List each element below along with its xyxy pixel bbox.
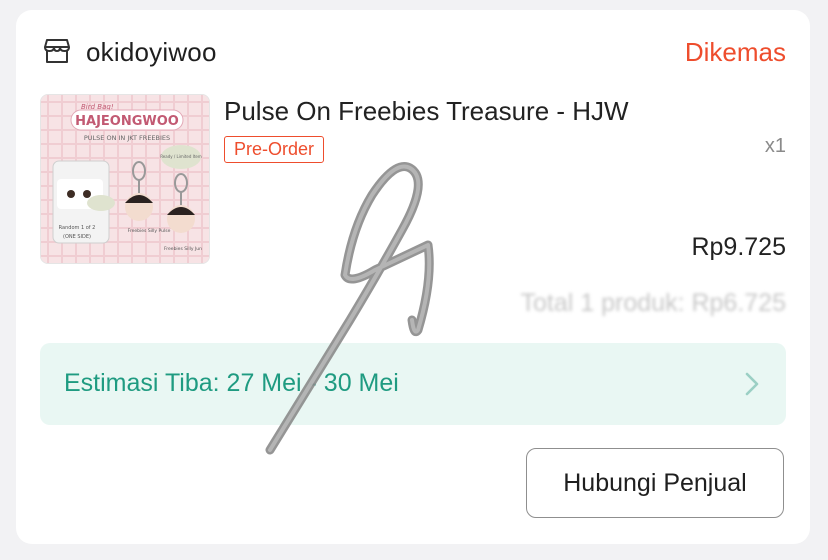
product-thumbnail[interactable]: Bird Bag! HAJEONGWOO PULSE ON IN JKT FRE… (40, 94, 210, 264)
preorder-badge: Pre-Order (224, 136, 325, 163)
delivery-estimate-label: Estimasi Tiba: 27 Mei - 30 Mei (64, 369, 399, 397)
delivery-estimate[interactable]: Estimasi Tiba: 27 Mei - 30 Mei (40, 343, 786, 425)
order-status: Dikemas (684, 37, 786, 67)
chevron-right-icon (745, 372, 759, 396)
product-price: Rp9.725 (691, 233, 786, 261)
order-card: okidoyiwoo Dikemas Bird Bag! HAJEONGWOO … (16, 10, 810, 544)
thumb-side-label: (ONE SIDE) (63, 234, 91, 240)
order-total: Total 1 produk: Rp6.725 (520, 289, 786, 317)
product-image: Bird Bag! HAJEONGWOO PULSE ON IN JKT FRE… (41, 95, 209, 263)
thumb-note: Ready / Limited Item (160, 154, 202, 159)
shop-header[interactable]: okidoyiwoo Dikemas (16, 10, 810, 94)
product-title[interactable]: Pulse On Freebies Treasure - HJW (224, 96, 629, 127)
product-quantity: x1 (764, 135, 786, 157)
thumb-random-label: Random 1 of 2 (59, 225, 96, 231)
shop-name[interactable]: okidoyiwoo (86, 37, 217, 68)
thumb-caption-left: Freebies Silly Pulse (128, 228, 171, 234)
thumb-subtitle: PULSE ON IN JKT FREEBIES (84, 134, 170, 142)
thumb-header: HAJEONGWOO (75, 114, 179, 129)
thumb-caption-right: Freebies Silly Jun (164, 246, 202, 252)
contact-seller-button[interactable]: Hubungi Penjual (526, 448, 784, 518)
store-icon (44, 39, 70, 63)
